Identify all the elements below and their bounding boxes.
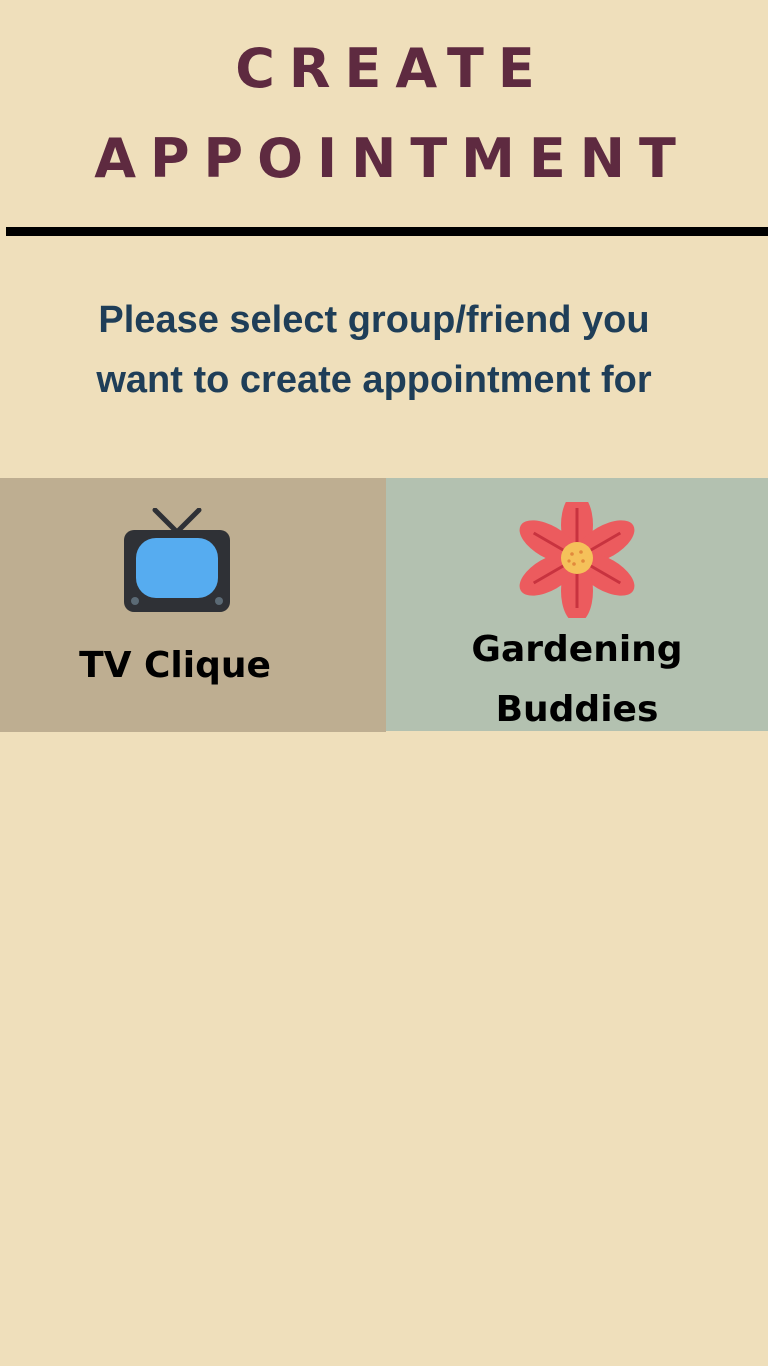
page-title-line-2: APPOINTMENT [94,127,690,190]
group-label-tv-clique: TV Clique [79,645,271,686]
group-label-line-1: Gardening [471,629,683,670]
group-label-line-2: Buddies [495,689,659,730]
flower-icon [519,502,635,618]
group-label-gardening-buddies: Gardening Buddies [386,620,768,740]
instruction-text: Please select group/friend you want to c… [0,290,748,410]
instruction-line-1: Please select group/friend you [98,299,650,341]
page-title-line-1: CREATE [235,37,549,100]
group-card-tv-clique[interactable]: TV Clique [0,478,386,732]
tv-icon [124,508,230,612]
header-divider [6,227,768,236]
group-card-gardening-buddies[interactable]: Gardening Buddies [386,478,768,731]
instruction-line-2: want to create appointment for [96,359,652,401]
